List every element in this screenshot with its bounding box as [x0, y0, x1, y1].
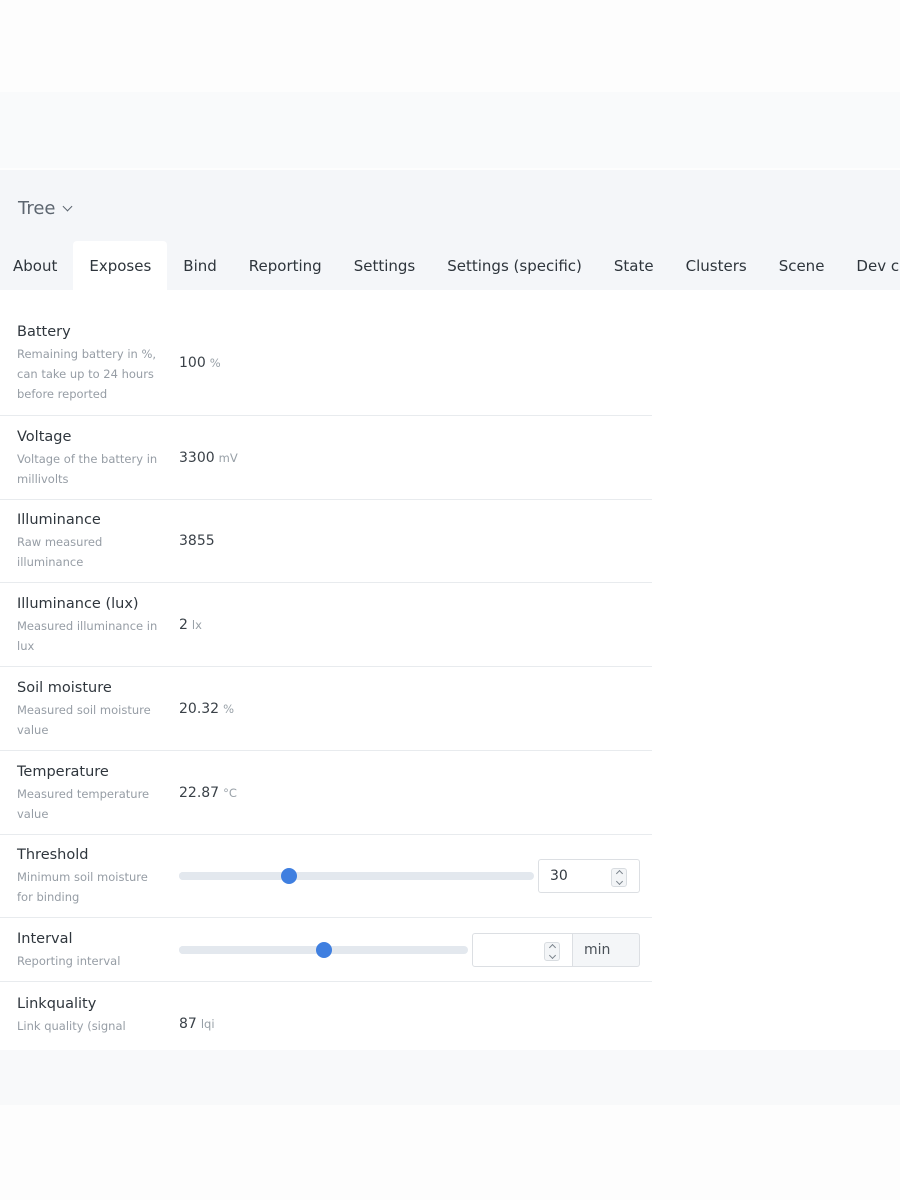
chevron-down-icon [615, 877, 623, 886]
expose-description: Voltage of the battery in millivolts [17, 451, 158, 486]
expose-description: Minimum soil moisture for binding [17, 870, 148, 904]
expose-row-battery: Battery Remaining battery in %, can take… [0, 310, 652, 416]
expose-description: Measured temperature value [17, 786, 150, 821]
expose-row-soil-moisture: Soil moisture Measured soil moisture val… [0, 667, 652, 751]
threshold-number-box [538, 859, 640, 893]
exposes-list: Battery Remaining battery in %, can take… [0, 310, 652, 1042]
expose-label: Soil moisture Measured soil moisture val… [0, 678, 179, 740]
battery-value: 100 [179, 354, 206, 371]
illuminance-value: 3855 [179, 533, 215, 549]
battery-unit: % [209, 355, 221, 370]
expose-row-linkquality: Linkquality Link quality (signal 87 lqi [0, 982, 652, 1042]
voltage-unit: mV [218, 450, 238, 465]
chevron-down-icon [548, 951, 556, 959]
expose-value [179, 859, 652, 893]
threshold-input[interactable] [539, 861, 610, 891]
expose-value: 87 lqi [179, 994, 652, 1032]
threshold-spinner[interactable] [611, 868, 627, 887]
slider-thumb[interactable] [281, 868, 298, 884]
slider-track-fill [179, 945, 324, 954]
tab-reporting[interactable]: Reporting [233, 241, 338, 290]
chevron-down-icon [62, 201, 72, 212]
illuminance-lux-unit: lx [191, 617, 202, 632]
tab-state[interactable]: State [598, 241, 670, 290]
expose-name: Soil moisture [17, 679, 112, 696]
tab-dev-console[interactable]: Dev console [840, 241, 900, 290]
expose-name: Voltage [17, 428, 72, 445]
interval-unit-addon: min [573, 932, 640, 967]
expose-value: 100 % [179, 355, 652, 371]
top-band [0, 92, 900, 168]
expose-description: Remaining battery in %, can take up to 2… [17, 346, 157, 401]
interval-spinner[interactable] [544, 941, 560, 961]
soil-moisture-value: 20.32 [179, 700, 220, 717]
expose-value: 2 lx [179, 617, 652, 633]
expose-description: Measured illuminance in lux [17, 618, 158, 653]
tab-settings-specific[interactable]: Settings (specific) [431, 241, 598, 290]
temperature-value: 22.87 [179, 784, 220, 801]
expose-row-voltage: Voltage Voltage of the battery in milliv… [0, 416, 652, 500]
temperature-unit: °C [223, 785, 237, 800]
expose-description: Measured soil moisture value [17, 702, 151, 737]
expose-name: Illuminance [17, 512, 101, 528]
linkquality-value: 87 [179, 1016, 197, 1032]
interval-input[interactable] [473, 934, 544, 965]
tab-bind[interactable]: Bind [167, 241, 233, 290]
chevron-up-icon [548, 943, 556, 951]
expose-value: 3855 [179, 533, 652, 549]
expose-label: Temperature Measured temperature value [0, 762, 179, 824]
tab-exposes[interactable]: Exposes [73, 241, 168, 290]
expose-row-illuminance: Illuminance Raw measured illuminance 385… [0, 500, 652, 583]
tab-clusters[interactable]: Clusters [670, 241, 763, 290]
voltage-value: 3300 [179, 449, 215, 466]
tab-settings[interactable]: Settings [338, 241, 432, 290]
expose-description: Raw measured illuminance [17, 535, 103, 569]
tab-about[interactable]: About [0, 241, 73, 290]
expose-label: Voltage Voltage of the battery in milliv… [0, 427, 179, 489]
chevron-up-icon [615, 869, 623, 878]
expose-value: 22.87 °C [179, 785, 652, 801]
tab-scene[interactable]: Scene [763, 241, 841, 290]
expose-label: Linkquality Link quality (signal [0, 994, 179, 1036]
expose-row-temperature: Temperature Measured temperature value 2… [0, 751, 652, 835]
expose-label: Illuminance (lux) Measured illuminance i… [0, 594, 179, 656]
slider-thumb[interactable] [315, 941, 332, 958]
expose-value: 20.32 % [179, 701, 652, 717]
device-selector[interactable]: Tree [18, 198, 72, 219]
expose-row-threshold: Threshold Minimum soil moisture for bind… [0, 835, 652, 918]
illuminance-lux-value: 2 [179, 616, 188, 633]
device-panel: Tree About Exposes Bind Reporting Settin… [0, 170, 900, 1050]
slider-track-fill [179, 872, 290, 880]
expose-row-interval: Interval Reporting interval min [0, 918, 652, 982]
expose-description: Link quality (signal [17, 1019, 126, 1033]
expose-label: Battery Remaining battery in %, can take… [0, 322, 179, 404]
soil-moisture-unit: % [223, 701, 235, 716]
interval-slider[interactable] [179, 941, 468, 958]
expose-name: Illuminance (lux) [17, 595, 139, 612]
interval-number-box [472, 932, 573, 967]
expose-value: 3300 mV [179, 450, 652, 466]
linkquality-unit: lqi [200, 1017, 215, 1031]
expose-name: Temperature [17, 763, 109, 780]
bottom-band [0, 1050, 900, 1105]
expose-name: Threshold [17, 847, 89, 863]
expose-label: Interval Reporting interval [0, 929, 179, 971]
expose-name: Linkquality [17, 996, 97, 1012]
expose-description: Reporting interval [17, 953, 121, 968]
threshold-slider[interactable] [179, 868, 534, 884]
expose-label: Threshold Minimum soil moisture for bind… [0, 845, 179, 907]
expose-label: Illuminance Raw measured illuminance [0, 510, 179, 572]
device-name: Tree [18, 198, 56, 219]
expose-name: Interval [17, 930, 73, 947]
tab-bar: About Exposes Bind Reporting Settings Se… [0, 241, 900, 290]
expose-row-illuminance-lux: Illuminance (lux) Measured illuminance i… [0, 583, 652, 667]
expose-value: min [179, 932, 652, 967]
panel-header: Tree About Exposes Bind Reporting Settin… [0, 170, 900, 290]
expose-name: Battery [17, 323, 71, 340]
